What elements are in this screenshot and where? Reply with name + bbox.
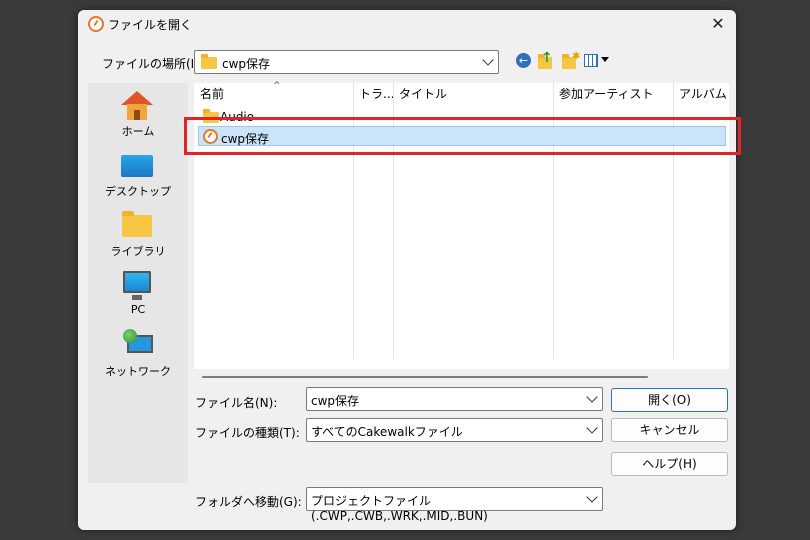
- title-bar: ファイルを開く ✕: [78, 10, 736, 38]
- folder-icon: [201, 54, 217, 69]
- filename-value: cwp保存: [311, 394, 360, 408]
- horizontal-scrollbar[interactable]: [194, 374, 729, 380]
- place-desktop[interactable]: デスクトップ: [88, 143, 188, 203]
- location-combobox[interactable]: cwp保存: [194, 50, 499, 74]
- home-icon: [121, 91, 153, 121]
- filename-combobox[interactable]: cwp保存: [306, 387, 603, 411]
- place-library[interactable]: ライブラリ: [88, 203, 188, 263]
- library-icon: [122, 211, 152, 237]
- network-icon: [123, 329, 153, 357]
- place-label: ホーム: [121, 125, 155, 138]
- filetype-label: ファイルの種類(T):: [195, 426, 300, 440]
- open-file-dialog: ファイルを開く ✕ ファイルの場所(I): cwp保存 ← ↑ ✱ ホーム デス…: [78, 10, 736, 530]
- place-label: ライブラリ: [110, 245, 166, 258]
- new-folder-button[interactable]: ✱: [560, 51, 580, 71]
- location-label: ファイルの場所(I):: [102, 57, 203, 71]
- location-value: cwp保存: [222, 57, 271, 71]
- goto-folder-value: プロジェクトファイル (.CWP,.CWB,.WRK,.MID,.BUN): [311, 494, 488, 523]
- goto-folder-label: フォルダへ移動(G):: [195, 495, 302, 509]
- up-folder-button[interactable]: ↑: [536, 51, 556, 71]
- column-header-album[interactable]: アルバム: [673, 83, 727, 105]
- place-label: ネットワーク: [105, 365, 171, 378]
- place-pc[interactable]: PC: [88, 263, 188, 323]
- goto-folder-select[interactable]: プロジェクトファイル (.CWP,.CWB,.WRK,.MID,.BUN): [306, 487, 603, 523]
- place-network[interactable]: ネットワーク: [88, 323, 188, 383]
- place-label: PC: [130, 303, 146, 316]
- chevron-down-icon[interactable]: [586, 391, 598, 403]
- help-button[interactable]: ヘルプ(H): [611, 452, 728, 476]
- open-button[interactable]: 開く(O): [611, 388, 728, 412]
- place-label: デスクトップ: [105, 185, 171, 198]
- annotation-highlight-box: [184, 117, 741, 155]
- view-menu-icon: [584, 54, 598, 67]
- filename-label: ファイル名(N):: [195, 396, 278, 410]
- scrollbar-thumb[interactable]: [202, 376, 648, 378]
- cakewalk-app-icon: [88, 16, 104, 32]
- place-home[interactable]: ホーム: [88, 83, 188, 143]
- cancel-button[interactable]: キャンセル: [611, 418, 728, 442]
- places-bar: ホーム デスクトップ ライブラリ PC ネットワーク: [88, 83, 188, 483]
- dropdown-arrow-icon: [601, 57, 609, 62]
- desktop-icon: [121, 155, 153, 177]
- sort-ascending-icon: ^: [273, 81, 281, 91]
- filetype-select[interactable]: すべてのCakewalkファイル: [306, 418, 603, 442]
- close-button[interactable]: ✕: [708, 14, 728, 34]
- back-arrow-icon: ←: [516, 53, 531, 68]
- filetype-value: すべてのCakewalkファイル: [311, 425, 463, 439]
- chevron-down-icon: [482, 54, 494, 66]
- pc-icon: [123, 271, 151, 300]
- column-header-name[interactable]: 名前: [194, 83, 224, 105]
- column-header-title[interactable]: タイトル: [393, 83, 447, 105]
- view-menu-button[interactable]: [583, 51, 611, 71]
- back-button[interactable]: ←: [514, 51, 534, 71]
- dialog-title: ファイルを開く: [108, 18, 193, 32]
- column-header-artist[interactable]: 参加アーティスト: [553, 83, 654, 105]
- column-header-track[interactable]: トラ...: [353, 83, 394, 105]
- chevron-down-icon: [586, 422, 598, 434]
